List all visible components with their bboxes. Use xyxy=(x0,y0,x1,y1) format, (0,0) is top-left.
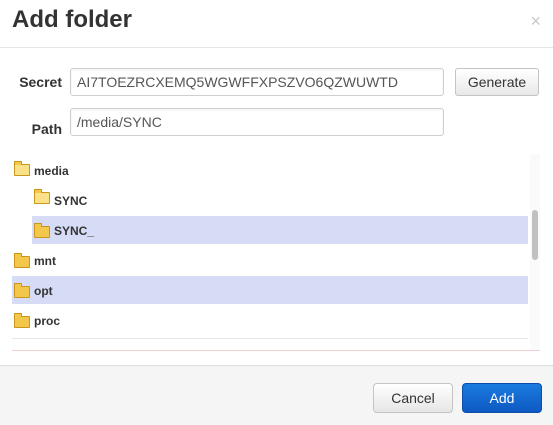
dialog-footer: Cancel Add xyxy=(0,365,553,425)
secret-input[interactable]: AI7TOEZRCXEMQ5WGWFFXPSZVO6QZWUWTD xyxy=(70,68,444,96)
folder-open-icon xyxy=(34,189,50,204)
tree-item-label: opt xyxy=(34,284,53,298)
tree-item-label: media xyxy=(34,164,69,178)
tree-item-mnt[interactable]: mnt xyxy=(12,246,528,274)
secret-label: Secret xyxy=(19,74,62,90)
tree-scrollbar[interactable] xyxy=(530,154,540,350)
add-button[interactable]: Add xyxy=(462,383,542,413)
generate-button[interactable]: Generate xyxy=(455,68,539,96)
folder-tree[interactable]: media SYNC SYNC_ mnt opt proc xyxy=(12,154,540,351)
close-icon[interactable]: × xyxy=(530,12,541,30)
tree-item-label: SYNC xyxy=(54,194,88,208)
tree-item-media[interactable]: media xyxy=(12,156,528,184)
tree-item-proc[interactable]: proc xyxy=(12,306,528,334)
folder-icon xyxy=(34,223,50,238)
tree-item-label: SYNC_ xyxy=(54,224,95,238)
tree-item-label: mnt xyxy=(34,254,56,268)
cancel-button[interactable]: Cancel xyxy=(373,383,453,413)
add-folder-dialog: Add folder × Secret AI7TOEZRCXEMQ5WGWFFX… xyxy=(0,0,553,425)
dialog-title: Add folder xyxy=(12,6,132,33)
folder-icon xyxy=(14,253,30,268)
folder-tree-list: media SYNC SYNC_ mnt opt proc xyxy=(12,154,528,350)
folder-open-icon xyxy=(14,161,30,176)
folder-icon xyxy=(14,283,30,298)
dialog-header: Add folder × xyxy=(0,0,553,48)
scrollbar-thumb[interactable] xyxy=(532,210,538,260)
tree-item-sync-underscore[interactable]: SYNC_ xyxy=(32,216,528,244)
path-label: Path xyxy=(31,121,62,137)
tree-item-opt[interactable]: opt xyxy=(12,276,528,304)
tree-divider xyxy=(12,338,528,339)
tree-item-label: proc xyxy=(34,314,61,328)
folder-icon xyxy=(14,313,30,328)
tree-item-sync[interactable]: SYNC xyxy=(32,186,528,214)
path-input[interactable]: /media/SYNC xyxy=(70,108,444,136)
